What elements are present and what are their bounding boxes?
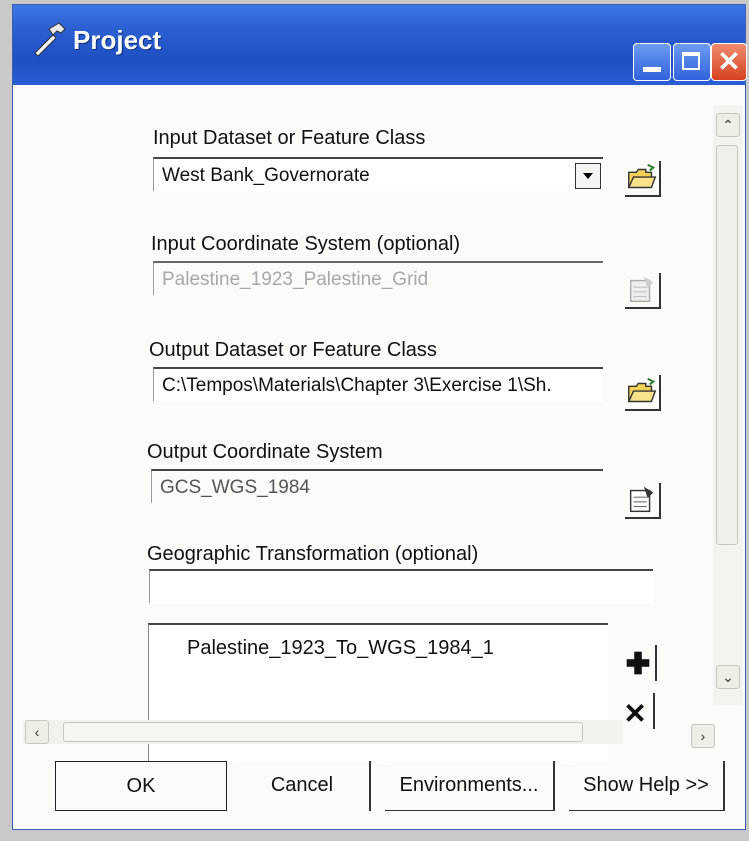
environments-button[interactable]: Environments...	[385, 761, 555, 811]
scroll-up-icon[interactable]: ⌃	[716, 113, 740, 137]
x-icon[interactable]	[619, 693, 655, 729]
ok-button[interactable]: OK	[55, 761, 227, 811]
project-dialog: Project ✕ Input Dataset or Feature Class…	[12, 4, 747, 830]
dialog-footer: OK Cancel Environments... Show Help >>	[13, 743, 745, 823]
input-dataset-dropdown-button[interactable]	[575, 163, 601, 189]
input-dataset-combo[interactable]: West Bank_Governorate	[153, 157, 603, 191]
input-dataset-label: Input Dataset or Feature Class	[153, 127, 426, 149]
geographic-transformation-label: Geographic Transformation (optional)	[147, 543, 479, 565]
input-coordinate-system-label: Input Coordinate System (optional)	[151, 233, 461, 255]
minimize-button[interactable]	[633, 43, 671, 81]
output-coordinate-system-field: GCS_WGS_1984	[151, 469, 603, 503]
close-button[interactable]: ✕	[711, 43, 747, 81]
close-icon: ✕	[717, 46, 741, 77]
spatial-reference-properties-icon	[625, 273, 661, 309]
list-item[interactable]: Palestine_1923_To_WGS_1984_1	[187, 637, 494, 660]
show-help-button[interactable]: Show Help >>	[569, 761, 725, 811]
geographic-transformation-field[interactable]	[149, 569, 653, 603]
plus-icon[interactable]	[621, 645, 657, 681]
hammer-icon	[34, 22, 66, 57]
maximize-button[interactable]	[673, 43, 711, 81]
dialog-content: Input Dataset or Feature Class West Bank…	[13, 85, 745, 829]
output-coordinate-system-label: Output Coordinate System	[147, 441, 383, 463]
input-coordinate-system-field: Palestine_1923_Palestine_Grid	[153, 261, 603, 295]
scroll-down-icon[interactable]: ⌄	[716, 665, 740, 689]
maximize-icon	[682, 52, 700, 70]
vertical-scrollbar[interactable]: ⌃ ⌄	[713, 105, 743, 705]
output-dataset-label: Output Dataset or Feature Class	[149, 339, 437, 361]
open-folder-icon[interactable]	[625, 375, 661, 411]
open-folder-icon[interactable]	[625, 161, 661, 197]
vertical-scroll-thumb[interactable]	[716, 145, 738, 545]
cancel-button[interactable]: Cancel	[235, 761, 371, 811]
horizontal-scroll-thumb[interactable]	[63, 722, 583, 742]
spatial-reference-properties-icon[interactable]	[625, 483, 661, 519]
scroll-left-icon[interactable]: ‹	[25, 720, 49, 744]
title-bar[interactable]: Project ✕	[13, 5, 747, 85]
minimize-icon	[643, 67, 661, 72]
window-title: Project	[73, 25, 162, 55]
horizontal-scrollbar[interactable]: ‹ ›	[23, 720, 715, 748]
output-dataset-field[interactable]: C:\Tempos\Materials\Chapter 3\Exercise 1…	[153, 367, 603, 401]
